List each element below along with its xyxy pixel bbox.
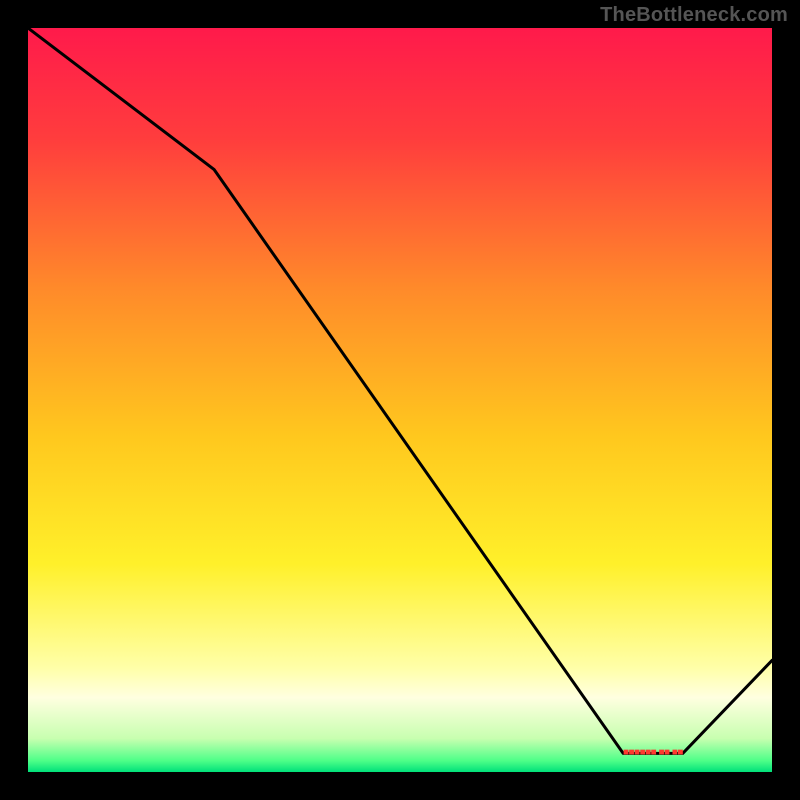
gradient-background [28, 28, 772, 772]
chart-plot [28, 28, 772, 772]
chart-frame: ■■■■■■ ■■ ■■ [28, 28, 772, 772]
watermark-text: TheBottleneck.com [600, 4, 788, 27]
baseline-label: ■■■■■■ ■■ ■■ [623, 747, 683, 758]
